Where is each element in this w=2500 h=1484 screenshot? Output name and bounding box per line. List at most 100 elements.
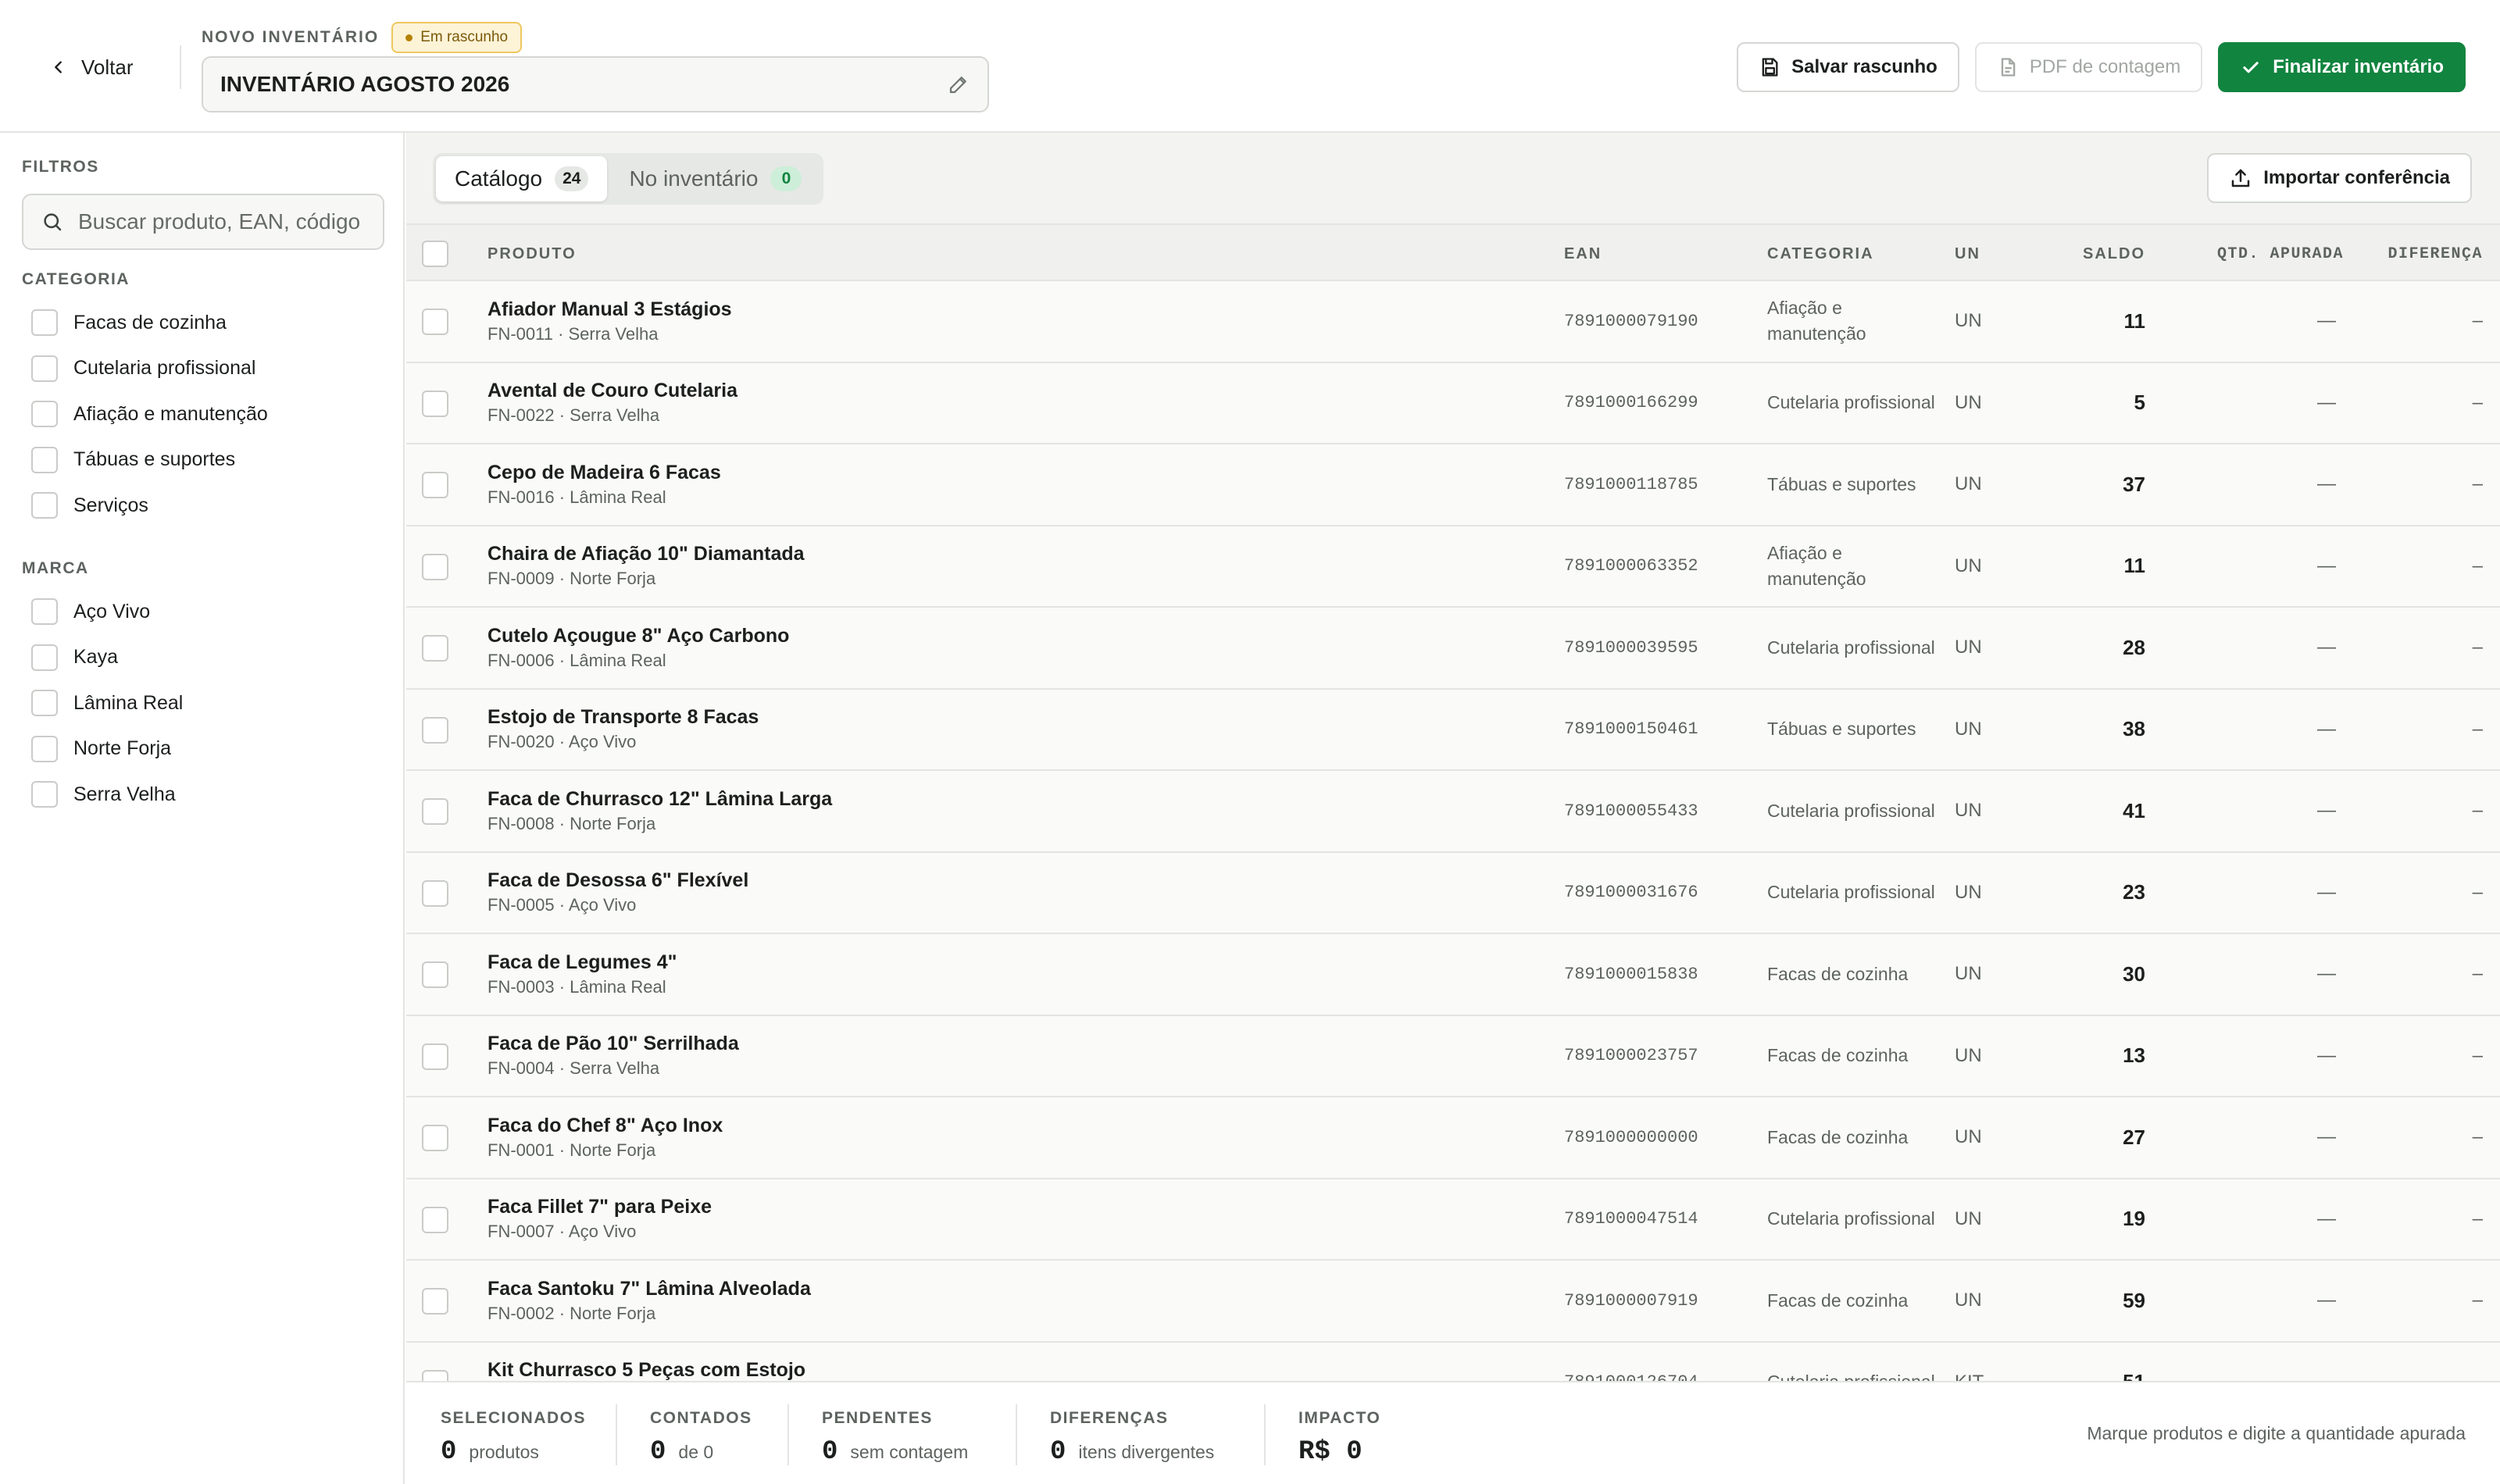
finalize-inventory-button[interactable]: Finalizar inventário (2218, 42, 2466, 92)
row-checkbox[interactable] (422, 472, 448, 498)
table-header: PRODUTO EAN CATEGORIA UN SALDO QTD. APUR… (406, 223, 2500, 281)
counted-quantity-cell[interactable]: — (2317, 281, 2336, 362)
category-filter-item[interactable]: Tábuas e suportes (31, 437, 391, 483)
counted-quantity-cell[interactable]: — (2317, 1097, 2336, 1178)
checkbox[interactable] (31, 401, 58, 428)
category-filter-item[interactable]: Afiação e manutenção (31, 391, 391, 437)
ean-cell: 7891000023757 (1564, 1046, 1698, 1066)
row-checkbox[interactable] (422, 1288, 448, 1315)
tab-catalog[interactable]: Catálogo 24 (436, 156, 608, 202)
counted-quantity-cell[interactable]: — (2317, 690, 2336, 770)
table-row[interactable]: Estojo de Transporte 8 Facas FN-0020 · Aç… (406, 689, 2500, 771)
filters-sidebar: FILTROS CATEGORIA Facas de cozinha Cutel… (0, 133, 405, 1484)
summary-footer: SELECIONADOS 0 produtos CONTADOS 0 de 0 PE… (406, 1381, 2500, 1484)
ean-cell: 7891000015838 (1564, 964, 1698, 984)
inventory-title-input[interactable] (220, 72, 947, 97)
table-row[interactable]: Faca Santoku 7" Lâmina Alveolada FN-0002 … (406, 1261, 2500, 1343)
table-row[interactable]: Faca Fillet 7" para Peixe FN-0007 · Aço V… (406, 1179, 2500, 1261)
category-filter-item[interactable]: Facas de cozinha (31, 300, 391, 346)
unit-cell: UN (1955, 1290, 1982, 1311)
table-toolbar: Catálogo 24 No inventário 0 Importar con… (406, 133, 2500, 223)
brand-filter-item[interactable]: Serra Velha (31, 772, 391, 818)
column-header-difference[interactable]: DIFERENÇA (2388, 225, 2483, 283)
counted-quantity-cell[interactable]: — (2317, 1016, 2336, 1097)
search-input[interactable] (78, 209, 366, 234)
column-header-product[interactable]: PRODUTO (488, 225, 577, 283)
unit-cell: UN (1955, 473, 1982, 495)
inventory-title-field[interactable] (202, 56, 989, 112)
pdf-count-button[interactable]: PDF de contagem (1974, 42, 2203, 92)
table-row[interactable]: Faca de Legumes 4" FN-0003 · Lâmina Real 7… (406, 934, 2500, 1016)
difference-cell: – (2472, 881, 2483, 903)
row-checkbox[interactable] (422, 716, 448, 744)
brand-filter-item[interactable]: Norte Forja (31, 726, 391, 772)
category-filter-item[interactable]: Serviços (31, 483, 391, 529)
checkbox[interactable] (31, 690, 58, 717)
column-header-unit[interactable]: UN (1955, 225, 1980, 283)
checkbox[interactable] (31, 781, 58, 808)
checkbox[interactable] (31, 644, 58, 671)
save-draft-button[interactable]: Salvar rascunho (1737, 42, 1959, 92)
row-checkbox[interactable] (422, 879, 448, 907)
category-filter-item[interactable]: Cutelaria profissional (31, 346, 391, 392)
brand-filter-item[interactable]: Lâmina Real (31, 680, 391, 726)
tab-in-inventory[interactable]: No inventário 0 (610, 156, 820, 202)
table-row[interactable]: Faca de Pão 10" Serrilhada FN-0004 · Serr… (406, 1015, 2500, 1097)
check-icon (2240, 56, 2262, 78)
product-name: Kit Churrasco 5 Peças com Estojo (488, 1359, 806, 1382)
product-cell: Afiador Manual 3 Estágios FN-0011 · Serra… (488, 281, 732, 362)
table-row[interactable]: Faca de Churrasco 12" Lâmina Larga FN-000… (406, 771, 2500, 853)
balance-cell: 41 (2123, 798, 2145, 822)
brand-filter-item[interactable]: Kaya (31, 635, 391, 681)
counted-quantity-cell[interactable]: — (2317, 934, 2336, 1015)
row-checkbox[interactable] (422, 635, 448, 662)
row-checkbox[interactable] (422, 1125, 448, 1151)
counted-quantity-cell[interactable]: — (2317, 853, 2336, 933)
row-checkbox[interactable] (422, 798, 448, 825)
column-header-category[interactable]: CATEGORIA (1767, 225, 1874, 283)
table-row[interactable]: Cutelo Açougue 8" Aço Carbono FN-0006 · L… (406, 608, 2500, 690)
counted-quantity-cell[interactable]: — (2317, 1179, 2336, 1260)
counted-quantity-cell[interactable]: — (2317, 608, 2336, 688)
checkbox[interactable] (31, 735, 58, 762)
pencil-icon[interactable] (947, 73, 970, 96)
table-row[interactable]: Cepo de Madeira 6 Facas FN-0016 · Lâmina … (406, 444, 2500, 526)
column-header-counted[interactable]: QTD. APURADA (2217, 225, 2344, 283)
counted-quantity-cell[interactable]: — (2317, 771, 2336, 851)
back-button[interactable]: Voltar (50, 50, 134, 84)
counted-quantity-cell[interactable]: — (2317, 444, 2336, 525)
table-row[interactable]: Afiador Manual 3 Estágios FN-0011 · Serra… (406, 281, 2500, 363)
checkbox[interactable] (31, 309, 58, 337)
brand-filter-item[interactable]: Aço Vivo (31, 589, 391, 635)
product-cell: Faca do Chef 8" Aço Inox FN-0001 · Norte … (488, 1097, 723, 1178)
row-checkbox[interactable] (422, 961, 448, 988)
counted-quantity-cell[interactable]: — (2317, 1261, 2336, 1341)
row-checkbox[interactable] (422, 1206, 448, 1233)
checkbox[interactable] (31, 492, 58, 519)
row-checkbox[interactable] (422, 553, 448, 580)
category-cell: Afiação e manutenção (1767, 298, 1866, 344)
unit-cell: UN (1955, 881, 1982, 903)
stat-value: 0 (441, 1437, 457, 1467)
table-row[interactable]: Chaira de Afiação 10" Diamantada FN-0009 … (406, 526, 2500, 608)
table-row[interactable]: Faca de Desossa 6" Flexível FN-0005 · Aço… (406, 852, 2500, 934)
column-header-balance[interactable]: SALDO (2083, 225, 2145, 283)
row-checkbox[interactable] (422, 1043, 448, 1070)
table-row[interactable]: Faca do Chef 8" Aço Inox FN-0001 · Norte … (406, 1097, 2500, 1179)
counted-quantity-cell[interactable]: — (2317, 526, 2336, 607)
search-box[interactable] (22, 194, 384, 250)
import-count-button[interactable]: Importar conferência (2207, 153, 2472, 203)
table-row[interactable]: Avental de Couro Cutelaria FN-0022 · Serr… (406, 362, 2500, 444)
checkbox[interactable] (31, 355, 58, 382)
row-checkbox[interactable] (422, 390, 448, 417)
chevron-left-icon (50, 59, 67, 76)
checkbox[interactable] (31, 598, 58, 626)
product-cell: Faca de Pão 10" Serrilhada FN-0004 · Serr… (488, 1016, 739, 1097)
column-header-ean[interactable]: EAN (1564, 225, 1602, 283)
checkbox[interactable] (31, 446, 58, 473)
row-checkbox[interactable] (422, 309, 448, 335)
product-name: Faca de Pão 10" Serrilhada (488, 1033, 739, 1055)
select-all-checkbox[interactable] (422, 241, 448, 267)
counted-quantity-cell[interactable]: — (2317, 363, 2336, 444)
difference-cell: – (2472, 963, 2483, 985)
